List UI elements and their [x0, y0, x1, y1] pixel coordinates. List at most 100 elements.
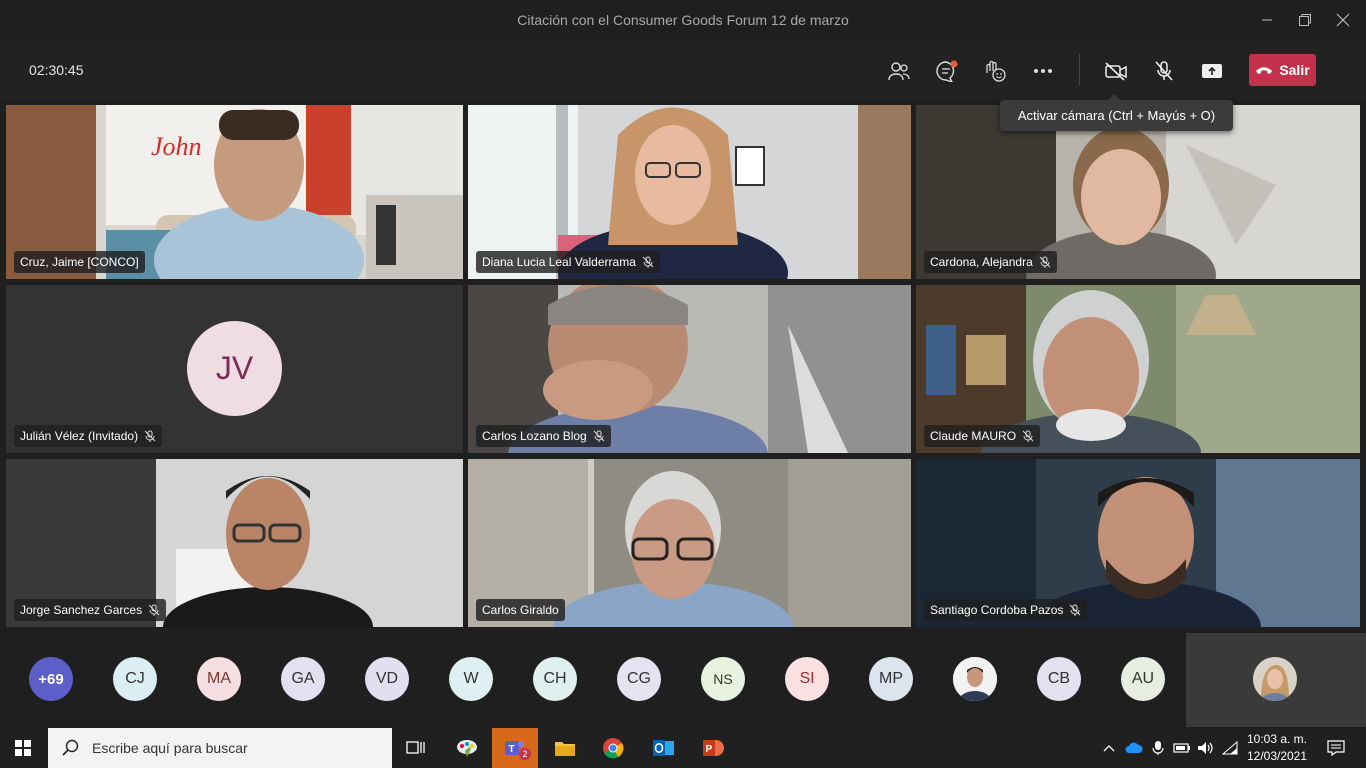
- mic-muted-icon: [144, 430, 156, 442]
- participants-button[interactable]: [884, 56, 914, 86]
- video-tile-jorge[interactable]: Jorge Sanchez Garces: [6, 459, 463, 627]
- participant-name: Carlos Lozano Blog: [482, 429, 587, 443]
- video-tile-cardona[interactable]: Cardona, Alejandra: [916, 105, 1360, 279]
- search-icon: [62, 739, 79, 756]
- restore-icon: [1299, 14, 1311, 26]
- share-screen-button[interactable]: [1197, 56, 1227, 86]
- cloud-icon: [1125, 742, 1143, 753]
- wifi-tray-icon[interactable]: [1218, 728, 1242, 768]
- microphone-tray-icon[interactable]: [1146, 728, 1170, 768]
- avatar-tile-julian[interactable]: JV Julián Vélez (Invitado): [6, 285, 463, 453]
- participant-avatar[interactable]: GA: [281, 657, 325, 701]
- windows-logo-icon: [15, 740, 31, 756]
- participant-name: Santiago Cordoba Pazos: [930, 603, 1064, 617]
- battery-icon: [1173, 743, 1190, 753]
- participant-avatar[interactable]: SI: [785, 657, 829, 701]
- outlook-icon: [653, 740, 674, 756]
- clock-time: 10:03 a. m.: [1246, 732, 1308, 746]
- taskbar-app-paint[interactable]: [444, 728, 490, 768]
- participant-avatar[interactable]: MA: [197, 657, 241, 701]
- participant-avatar: JV: [187, 321, 282, 416]
- chrome-icon: [603, 738, 624, 759]
- mic-toggle-button[interactable]: [1149, 56, 1179, 86]
- leave-button[interactable]: Salir: [1249, 54, 1316, 86]
- mic-muted-icon: [642, 256, 654, 268]
- reactions-button[interactable]: [980, 56, 1010, 86]
- video-tile-claude[interactable]: Claude MAURO: [916, 285, 1360, 453]
- taskbar-app-teams[interactable]: T 2: [492, 728, 538, 768]
- close-window-button[interactable]: [1328, 6, 1358, 34]
- participant-name: Cruz, Jaime [CONCO]: [20, 255, 139, 269]
- minimize-button[interactable]: [1252, 6, 1282, 34]
- taskbar-app-powerpoint[interactable]: P: [690, 728, 736, 768]
- taskbar-app-chrome[interactable]: [590, 728, 636, 768]
- onedrive-tray-icon[interactable]: [1122, 728, 1146, 768]
- taskbar-app-file-explorer[interactable]: [542, 728, 588, 768]
- participant-avatar[interactable]: AU: [1121, 657, 1165, 701]
- participant-name-tag: Julián Vélez (Invitado): [14, 425, 163, 447]
- battery-tray-icon[interactable]: [1170, 728, 1194, 768]
- mic-muted-icon: [1022, 430, 1034, 442]
- video-tile-cruz[interactable]: John Cruz, Jaime [CONCO]: [6, 105, 463, 279]
- action-center-icon: [1327, 740, 1345, 756]
- participant-name-tag: Jorge Sanchez Garces: [14, 599, 167, 621]
- meeting-toolbar: 02:30:45 Salir: [0, 40, 1366, 100]
- mic-off-icon: [1155, 61, 1173, 81]
- camera-toggle-button[interactable]: [1101, 56, 1131, 86]
- self-photo-icon: [1253, 657, 1297, 701]
- reactions-icon: [986, 60, 1006, 82]
- chat-button[interactable]: [932, 56, 962, 86]
- participant-avatar[interactable]: W: [449, 657, 493, 701]
- more-icon: [1034, 69, 1052, 73]
- more-participants-button[interactable]: +69: [29, 657, 73, 701]
- toolbar-divider: [1079, 54, 1080, 86]
- participant-name-tag: Cardona, Alejandra: [924, 251, 1057, 273]
- more-options-button[interactable]: [1028, 56, 1058, 86]
- paint-icon: [457, 740, 477, 757]
- participant-name: Jorge Sanchez Garces: [20, 603, 143, 617]
- teams-notification-badge: 2: [519, 748, 531, 760]
- show-hidden-icons-button[interactable]: [1097, 728, 1121, 768]
- taskbar-search[interactable]: Escribe aquí para buscar: [48, 728, 392, 768]
- video-tile-carlos-giraldo[interactable]: Carlos Giraldo: [468, 459, 911, 627]
- participant-name-tag: Carlos Giraldo: [476, 599, 565, 621]
- participant-name: Carlos Giraldo: [482, 603, 559, 617]
- participant-avatar[interactable]: MP: [869, 657, 913, 701]
- participant-name-tag: Diana Lucia Leal Valderrama: [476, 251, 660, 273]
- camera-tooltip: Activar cámara (Ctrl + Mayús + O): [1000, 94, 1233, 131]
- participant-avatar[interactable]: VD: [365, 657, 409, 701]
- notifications-button[interactable]: [1318, 728, 1354, 768]
- powerpoint-icon: P: [703, 740, 724, 756]
- mic-muted-icon: [1070, 604, 1081, 616]
- video-tile-santiago[interactable]: Santiago Cordoba Pazos: [916, 459, 1360, 627]
- participant-name-tag: Cruz, Jaime [CONCO]: [14, 251, 145, 273]
- system-clock[interactable]: 10:03 a. m. 12/03/2021: [1244, 731, 1310, 765]
- participants-icon: [888, 62, 910, 81]
- wifi-icon: [1222, 741, 1238, 755]
- maximize-button[interactable]: [1290, 6, 1320, 34]
- call-timer: 02:30:45: [29, 62, 84, 78]
- participant-photo-avatar[interactable]: [953, 657, 997, 701]
- start-button[interactable]: [0, 728, 46, 768]
- mic-muted-icon: [1039, 256, 1051, 268]
- self-view[interactable]: [1186, 633, 1366, 727]
- chevron-up-icon: [1103, 745, 1115, 752]
- share-icon: [1202, 64, 1222, 78]
- video-tile-carlos-lozano[interactable]: Carlos Lozano Blog: [468, 285, 911, 453]
- participant-avatar[interactable]: CG: [617, 657, 661, 701]
- video-tile-diana[interactable]: Diana Lucia Leal Valderrama: [468, 105, 911, 279]
- participant-avatar[interactable]: CJ: [113, 657, 157, 701]
- clock-date: 12/03/2021: [1246, 749, 1308, 763]
- mic-muted-icon: [148, 604, 160, 616]
- title-bar: Citación con el Consumer Goods Forum 12 …: [0, 0, 1366, 40]
- participant-avatar[interactable]: NS: [701, 657, 745, 701]
- task-view-button[interactable]: [393, 728, 439, 768]
- volume-tray-icon[interactable]: [1194, 728, 1218, 768]
- participant-name-tag: Carlos Lozano Blog: [476, 425, 611, 447]
- participant-name-tag: Claude MAURO: [924, 425, 1041, 447]
- svg-text:P: P: [706, 744, 713, 755]
- participant-avatar[interactable]: CH: [533, 657, 577, 701]
- taskbar-app-outlook[interactable]: [640, 728, 686, 768]
- hang-up-icon: [1256, 67, 1273, 74]
- participant-avatar[interactable]: CB: [1037, 657, 1081, 701]
